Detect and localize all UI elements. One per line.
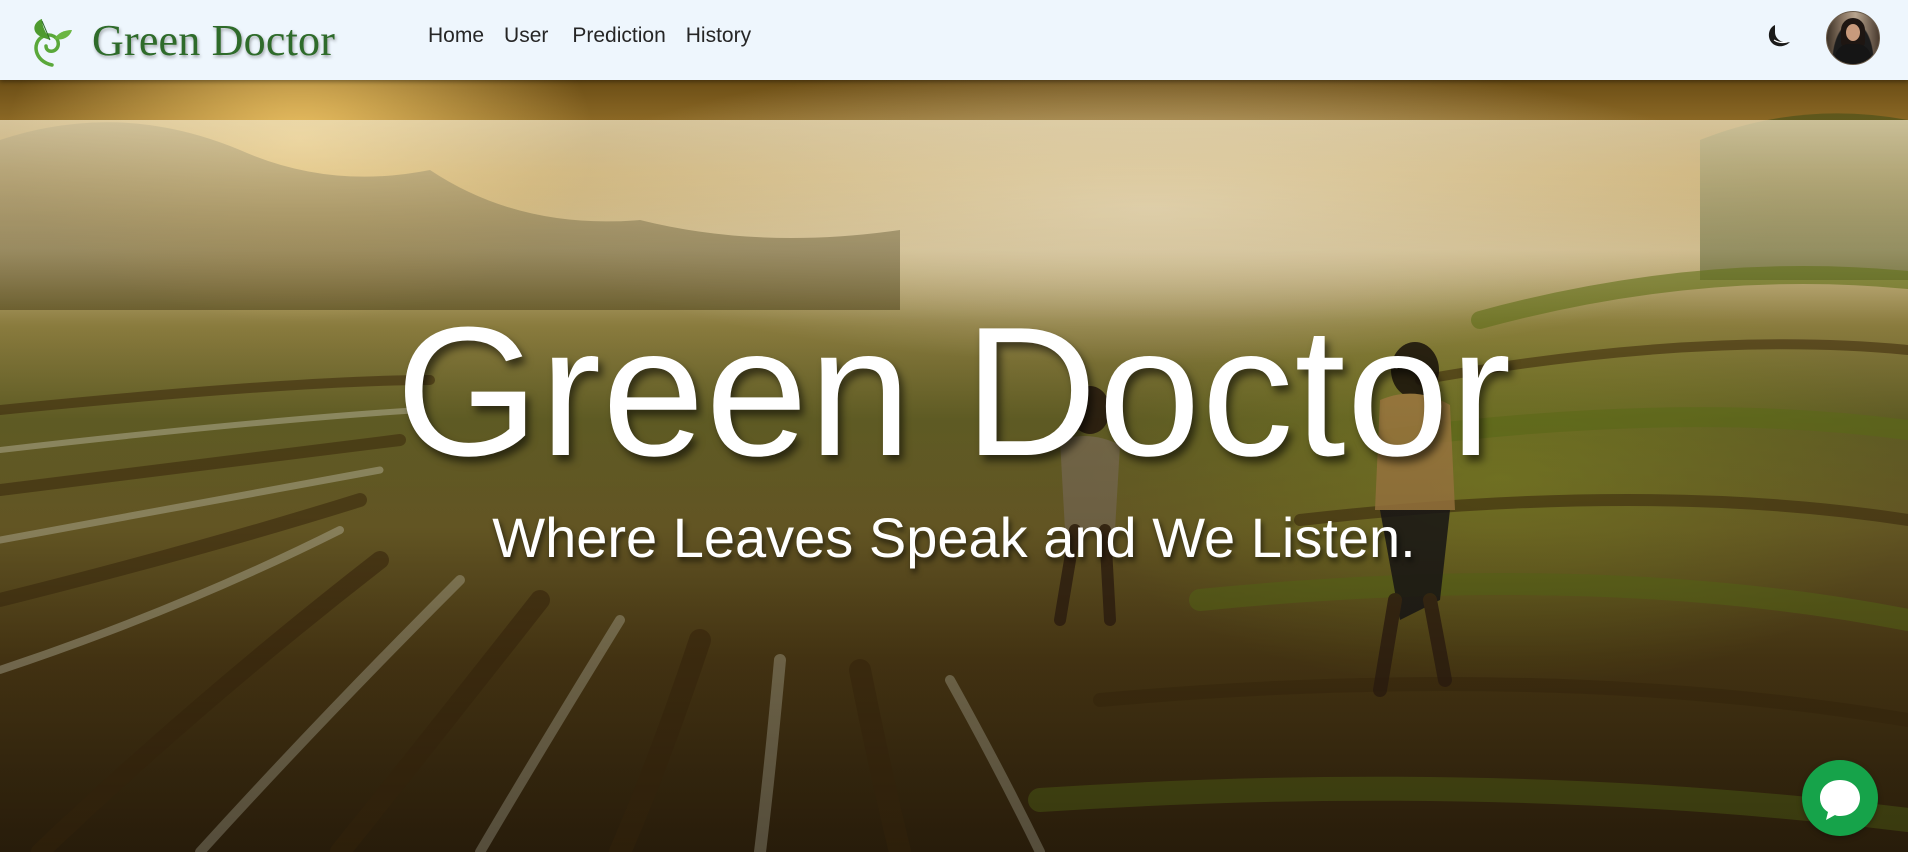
avatar-body (1835, 44, 1871, 64)
moon-icon[interactable] (1763, 21, 1793, 51)
user-avatar[interactable] (1826, 11, 1880, 65)
brand[interactable]: Green Doctor (28, 10, 335, 70)
nav-user[interactable]: User (504, 24, 548, 48)
avatar-face (1846, 24, 1860, 41)
hero-title: Green Doctor (395, 288, 1513, 494)
nav-prediction[interactable]: Prediction (572, 24, 665, 48)
sprout-logo-icon (34, 19, 72, 67)
main-nav: Home User Prediction History (428, 24, 771, 48)
hero-section: Green Doctor Where Leaves Speak and We L… (0, 80, 1908, 852)
chat-button[interactable] (1802, 760, 1878, 836)
brand-name: Green Doctor (92, 15, 336, 65)
chat-bubble-icon (1820, 780, 1860, 820)
nav-history[interactable]: History (686, 24, 751, 48)
hero-subtitle: Where Leaves Speak and We Listen. (492, 506, 1416, 569)
top-navbar: Green Doctor Home User Prediction Histor… (0, 0, 1908, 80)
nav-home[interactable]: Home (428, 24, 484, 48)
